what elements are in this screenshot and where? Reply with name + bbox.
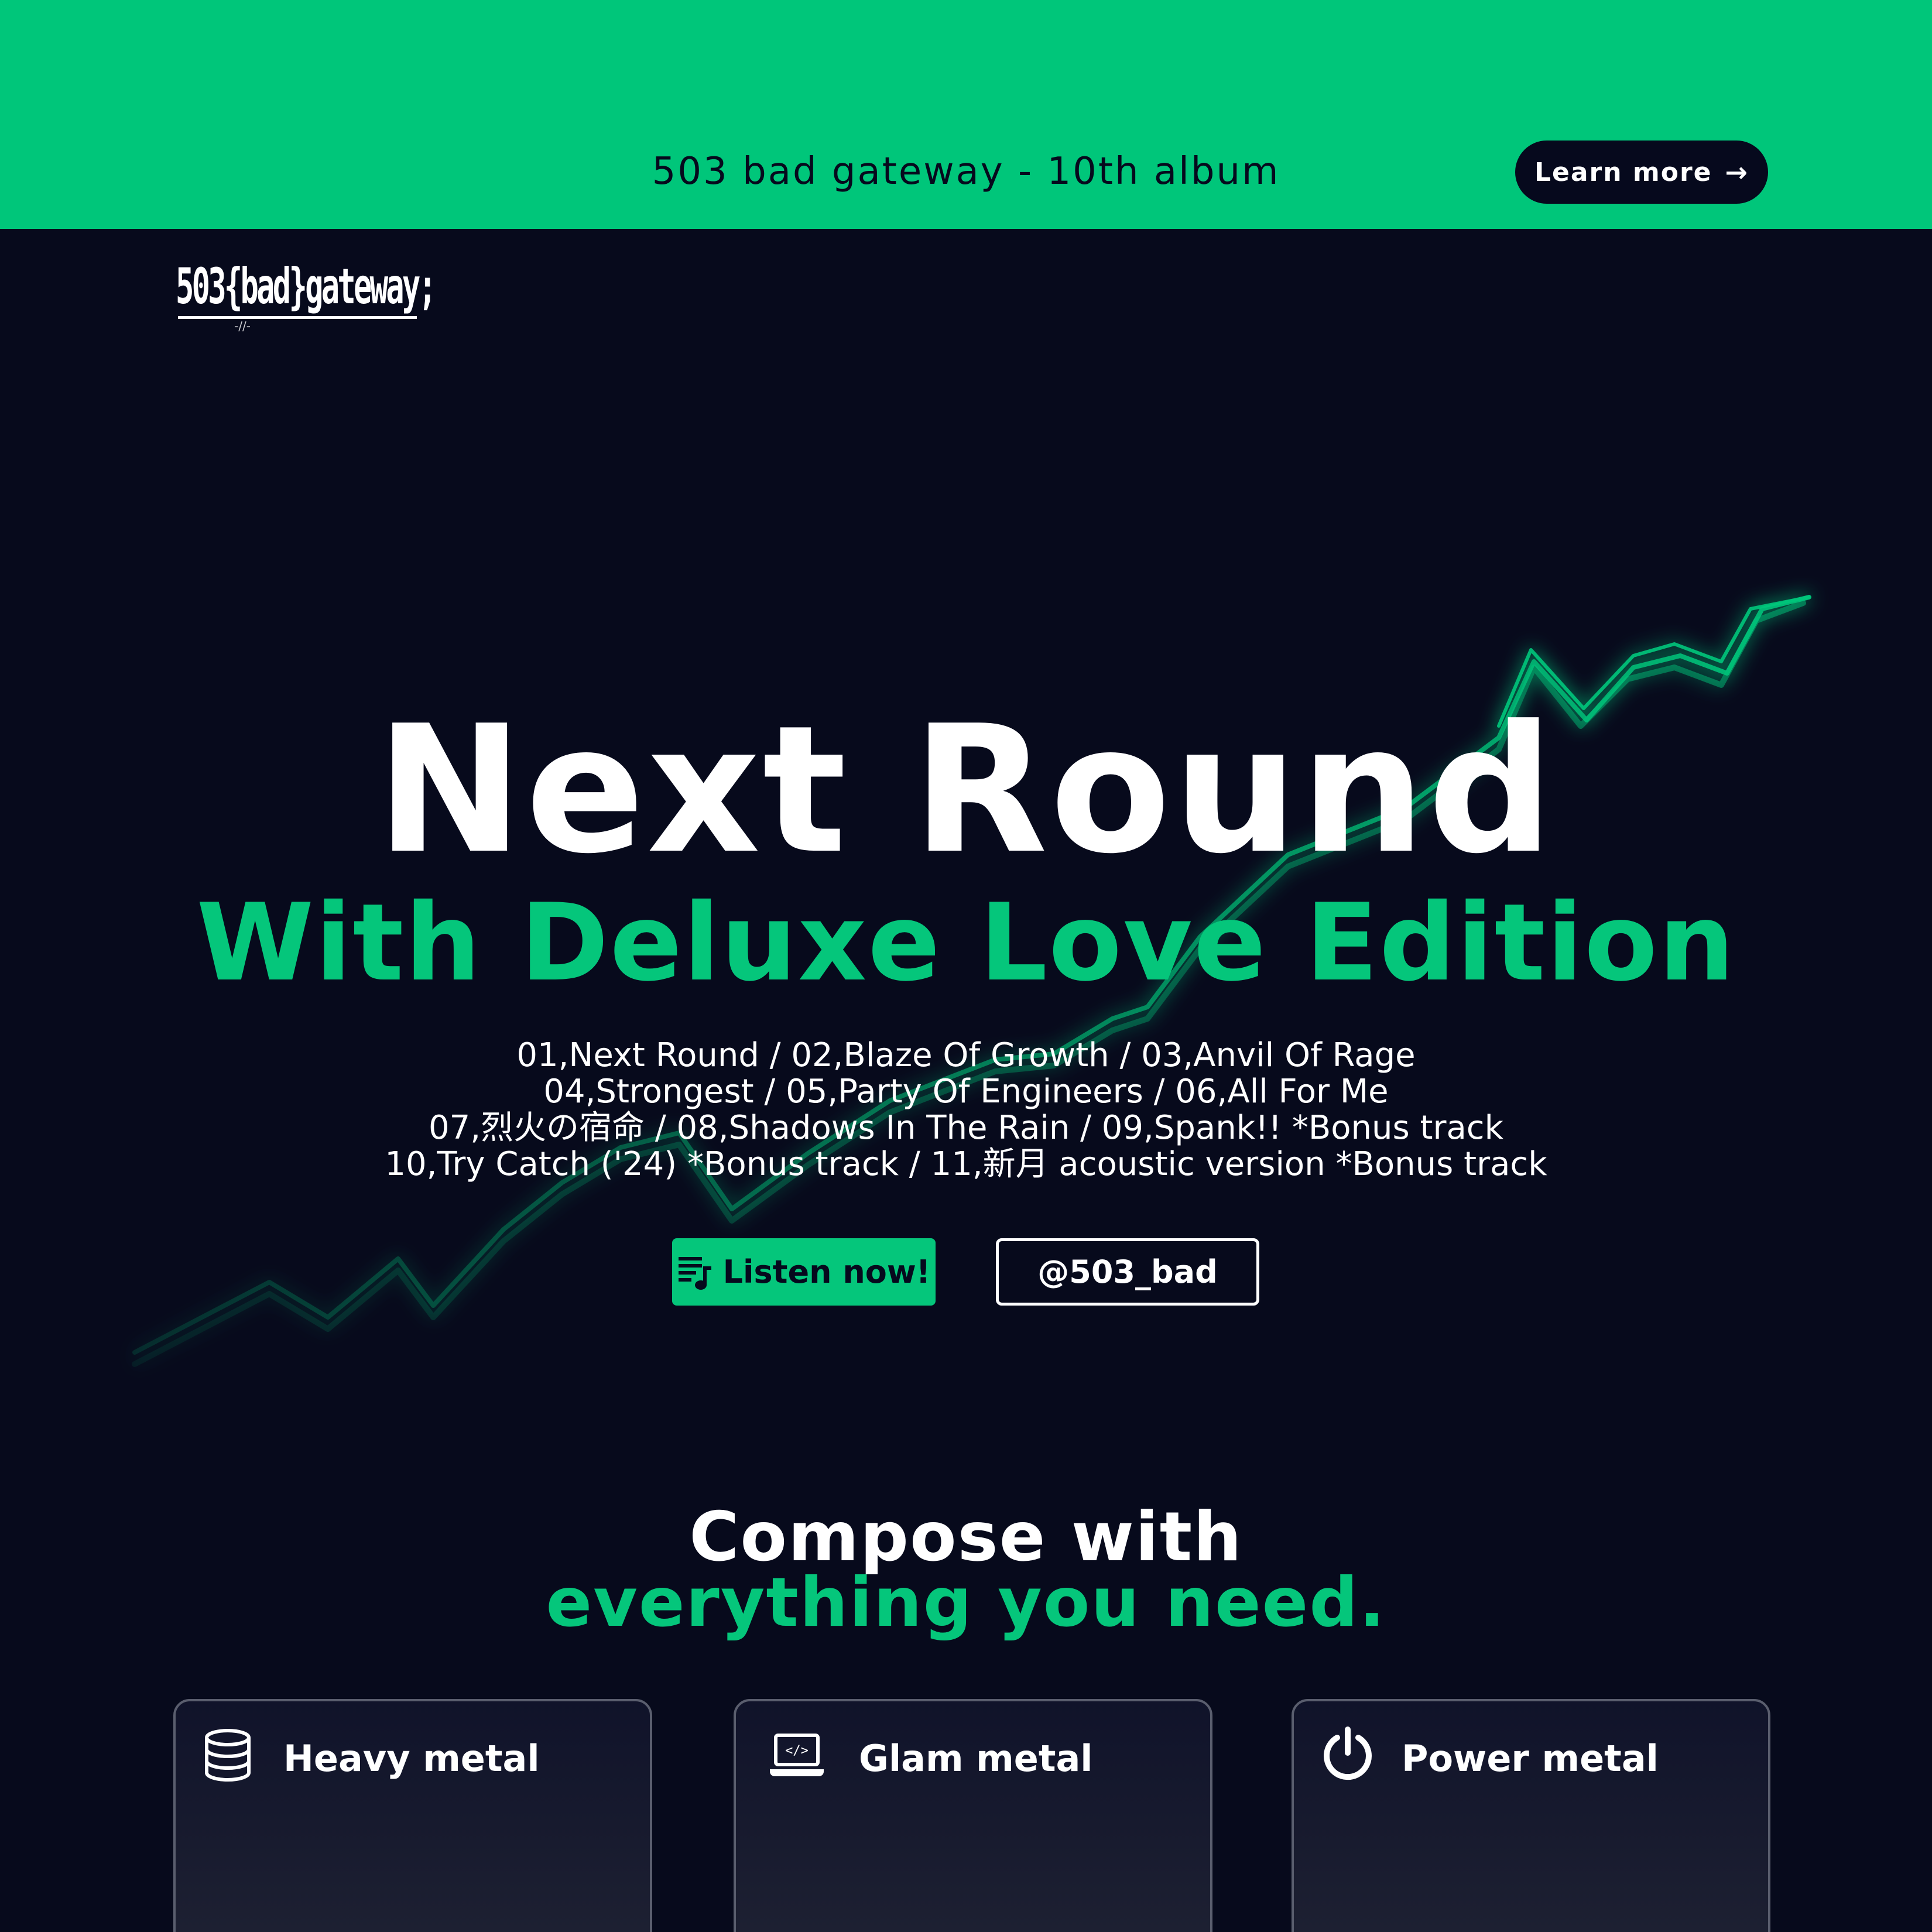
hero-actions: Listen now! @503_bad: [0, 1238, 1932, 1306]
database-icon: [205, 1729, 251, 1782]
tracklist: 01,Next Round / 02,Blaze Of Growth / 03,…: [0, 1037, 1932, 1183]
social-handle-label: @503_bad: [1037, 1253, 1218, 1290]
logo-underline: [178, 316, 417, 319]
tracklist-line: 10,Try Catch ('24) *Bonus track / 11,新月 …: [385, 1145, 1547, 1183]
laptop-code-icon: </>: [770, 1734, 824, 1776]
feature-card-heavy-metal[interactable]: Heavy metal: [173, 1699, 652, 1932]
feature-card-label: Power metal: [1402, 1737, 1659, 1780]
section-heading-accent: everything you need.: [546, 1563, 1386, 1642]
learn-more-label: Learn more: [1534, 157, 1712, 187]
arrow-right-icon: →: [1725, 156, 1749, 188]
announcement-banner: 503 bad gateway - 10th album Learn more …: [0, 0, 1932, 229]
hero-title: Next Round: [376, 688, 1556, 892]
tracklist-line: 04,Strongest / 05,Party Of Engineers / 0…: [543, 1073, 1389, 1111]
listen-now-button[interactable]: Listen now!: [672, 1238, 936, 1306]
social-handle-button[interactable]: @503_bad: [996, 1238, 1259, 1306]
section-heading: Compose with everything you need.: [0, 1503, 1932, 1642]
tracklist-line: 01,Next Round / 02,Blaze Of Growth / 03,…: [516, 1036, 1416, 1074]
feature-card-power-metal[interactable]: Power metal: [1292, 1699, 1770, 1932]
feature-card-label: Glam metal: [859, 1737, 1093, 1780]
tracklist-line: 07,烈火の宿命 / 08,Shadows In The Rain / 09,S…: [428, 1109, 1504, 1147]
svg-text:</>: </>: [785, 1743, 809, 1758]
feature-card-glam-metal[interactable]: </> Glam metal: [734, 1699, 1212, 1932]
learn-more-button[interactable]: Learn more →: [1515, 141, 1768, 204]
page: 503 bad gateway - 10th album Learn more …: [0, 0, 1932, 1932]
power-icon: [1324, 1727, 1372, 1780]
hero-subtitle: With Deluxe Love Edition: [196, 881, 1736, 1005]
playlist-music-icon: [678, 1256, 711, 1290]
listen-now-label: Listen now!: [722, 1253, 931, 1290]
feature-card-label: Heavy metal: [283, 1737, 540, 1780]
logo-decoration: -//-: [234, 319, 251, 333]
